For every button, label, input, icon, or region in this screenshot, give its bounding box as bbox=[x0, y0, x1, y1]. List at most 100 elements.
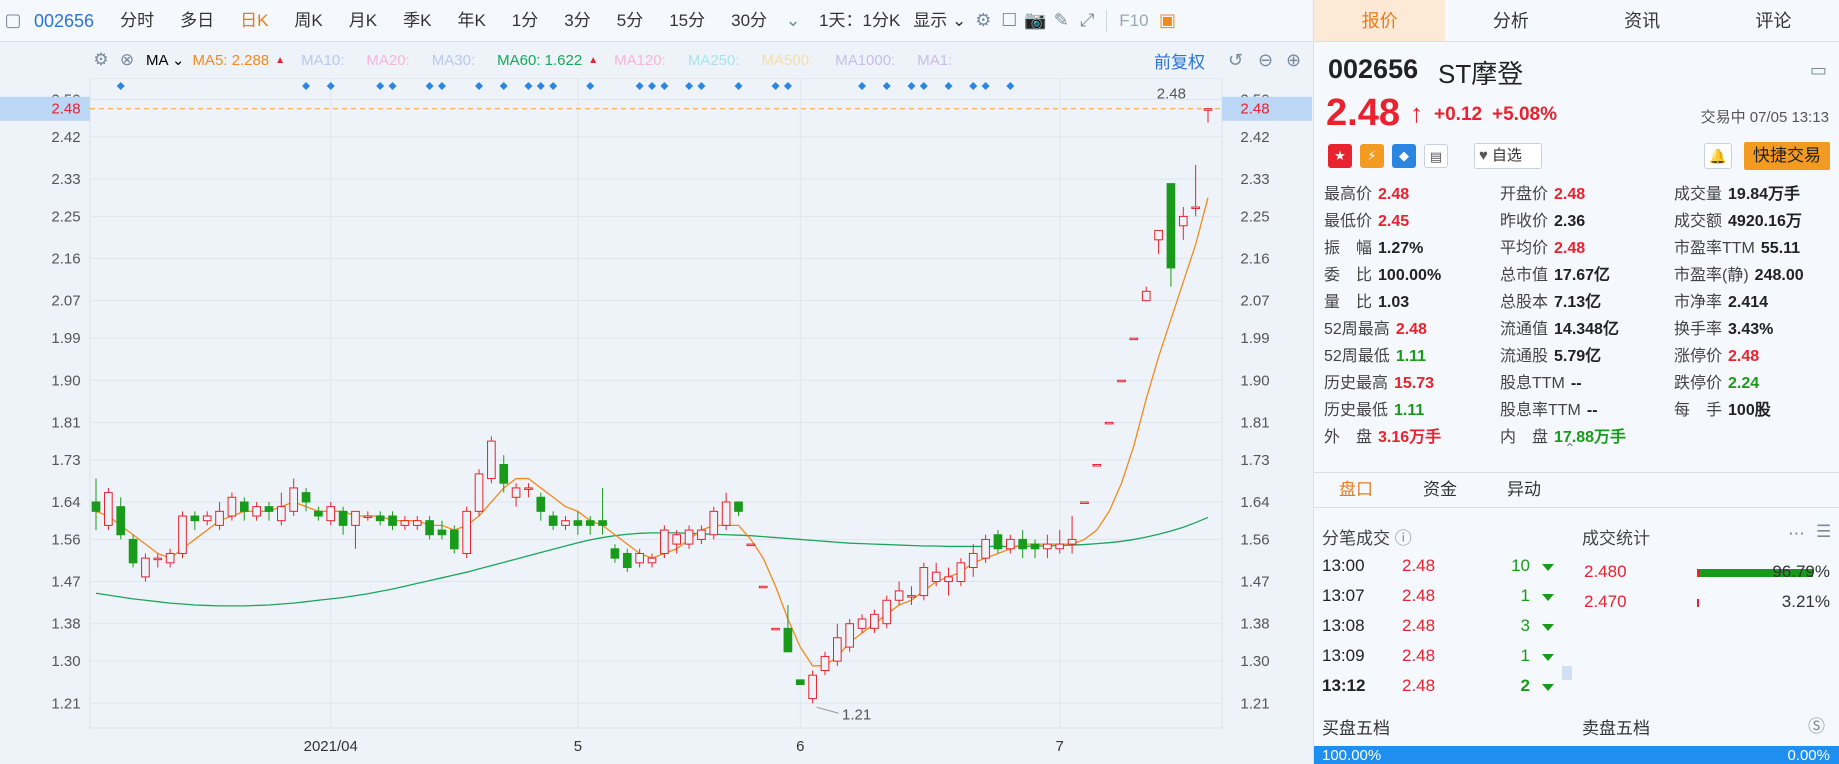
period-tab[interactable]: 1分 bbox=[499, 0, 551, 42]
order-book-icon[interactable]: Ⓢ bbox=[1808, 712, 1825, 737]
candle[interactable] bbox=[919, 562, 929, 601]
detail-subtab[interactable]: 异动 bbox=[1482, 473, 1566, 507]
candle[interactable] bbox=[487, 436, 496, 484]
gear-icon[interactable]: ⚙ bbox=[88, 50, 114, 70]
zoom-out-icon[interactable]: ⊖ bbox=[1258, 50, 1273, 71]
quick-trade-button[interactable]: 快捷交易 bbox=[1744, 142, 1830, 170]
list-icon[interactable]: ☰ bbox=[1816, 522, 1831, 542]
kline-chart[interactable]: 2.502.502.422.422.332.332.252.252.162.16… bbox=[0, 78, 1312, 764]
collapse-icon[interactable]: ⌃ bbox=[1564, 440, 1576, 457]
candle[interactable] bbox=[758, 585, 768, 589]
period-tab[interactable]: 30分 bbox=[718, 0, 780, 42]
candle[interactable] bbox=[808, 670, 817, 704]
candle[interactable] bbox=[882, 595, 892, 629]
candle-body bbox=[449, 529, 459, 550]
period-tab[interactable]: 周K bbox=[281, 0, 335, 42]
ma-legend-item: MA20: bbox=[366, 51, 410, 69]
stat-label: 市盈率(静) bbox=[1674, 267, 1749, 284]
candle[interactable] bbox=[462, 506, 471, 559]
candle[interactable] bbox=[1092, 464, 1102, 467]
y-tick-label-left: 1.64 bbox=[51, 494, 80, 511]
stat-item: 股息率TTM -- bbox=[1500, 396, 1598, 420]
candle[interactable] bbox=[449, 525, 459, 554]
quote-tab[interactable]: 资讯 bbox=[1577, 0, 1708, 41]
candle[interactable] bbox=[128, 534, 138, 568]
square-icon[interactable]: ☐ bbox=[996, 0, 1022, 42]
f10-button[interactable]: F10 bbox=[1113, 0, 1154, 42]
help-icon[interactable]: ⓘ bbox=[1395, 529, 1412, 548]
trades-header-label: 分笔成交 bbox=[1322, 529, 1390, 548]
period-tab[interactable]: 季K bbox=[390, 0, 444, 42]
pen-icon[interactable]: ✎ bbox=[1048, 0, 1074, 42]
stat-item: 量 比 1.03 bbox=[1324, 288, 1409, 312]
panel-toggle-icon[interactable]: ▣ bbox=[1155, 0, 1181, 42]
candle[interactable] bbox=[795, 679, 805, 686]
period-tab[interactable]: 日K bbox=[227, 0, 281, 42]
detail-subtab[interactable]: 资金 bbox=[1398, 473, 1482, 507]
candle-body bbox=[277, 506, 286, 522]
candle[interactable] bbox=[1080, 501, 1089, 504]
period-select[interactable]: 1天：1分K bbox=[806, 0, 913, 42]
candle[interactable] bbox=[1104, 421, 1114, 425]
display-menu[interactable]: 显示 ⌄ bbox=[913, 0, 970, 42]
tag-icon[interactable]: ◆ bbox=[1392, 144, 1416, 168]
zoom-in-icon[interactable]: ⊕ bbox=[1286, 50, 1301, 71]
candle[interactable] bbox=[660, 525, 669, 559]
stat-label: 52周最低 bbox=[1324, 348, 1390, 365]
period-tab[interactable]: 多日 bbox=[167, 0, 227, 42]
trade-status: 交易中 07/05 13:13 bbox=[1700, 109, 1829, 126]
close-icon[interactable]: ⊗ bbox=[114, 50, 140, 70]
stat-value: 2.48 bbox=[1554, 186, 1586, 203]
stat-label: 成交量 bbox=[1674, 186, 1723, 203]
period-tab[interactable]: 3分 bbox=[551, 0, 603, 42]
candle[interactable] bbox=[709, 506, 719, 540]
quote-tabs: 报价 分析 资讯 评论 bbox=[1314, 0, 1839, 42]
period-tab[interactable]: 年K bbox=[444, 0, 498, 42]
period-tab[interactable]: 分时 bbox=[107, 0, 167, 42]
candle[interactable] bbox=[845, 619, 855, 652]
fuquan-button[interactable]: 前复权 bbox=[1154, 48, 1205, 73]
period-tab[interactable]: 5分 bbox=[604, 0, 656, 42]
quote-tab[interactable]: 评论 bbox=[1708, 0, 1839, 41]
candle[interactable] bbox=[981, 534, 990, 563]
candle[interactable] bbox=[746, 543, 756, 547]
gear-icon[interactable]: ⚙ bbox=[970, 0, 996, 42]
scroll-indicator[interactable] bbox=[1562, 666, 1572, 680]
quote-tab[interactable]: 报价 bbox=[1314, 0, 1446, 41]
ma-select[interactable]: MA ⌄ bbox=[146, 51, 184, 69]
candle[interactable] bbox=[104, 487, 113, 531]
candle[interactable] bbox=[141, 553, 150, 582]
candle[interactable] bbox=[1129, 337, 1139, 341]
lightning-icon[interactable]: ⚡ bbox=[1360, 144, 1384, 168]
chevron-down-icon[interactable]: ⌄ bbox=[780, 0, 806, 42]
flag-icon[interactable]: ★ bbox=[1328, 144, 1352, 168]
candle[interactable] bbox=[178, 511, 187, 559]
period-tab[interactable]: 月K bbox=[336, 0, 390, 42]
candle[interactable] bbox=[956, 558, 966, 587]
camera-icon[interactable]: 📷 bbox=[1022, 0, 1048, 42]
x-tick-label: 6 bbox=[796, 738, 804, 755]
candle[interactable] bbox=[227, 492, 237, 521]
undo-icon[interactable]: ↺ bbox=[1228, 50, 1243, 71]
bell-icon[interactable]: 🔔 bbox=[1704, 143, 1732, 169]
layout-icon[interactable]: ▭ bbox=[1810, 60, 1827, 81]
note-icon[interactable]: ▤ bbox=[1424, 144, 1448, 168]
candle[interactable] bbox=[771, 627, 780, 631]
candle-body bbox=[635, 552, 644, 564]
sidebar-toggle-icon[interactable]: ▢ bbox=[0, 0, 26, 42]
candle-body bbox=[1080, 501, 1089, 504]
candle-body bbox=[462, 510, 471, 554]
candle[interactable] bbox=[474, 469, 484, 517]
more-icon[interactable]: ⋯ bbox=[1788, 524, 1805, 544]
candle-body bbox=[968, 552, 978, 569]
y-tick-label-right: 1.73 bbox=[1240, 452, 1269, 469]
candle[interactable] bbox=[1117, 379, 1126, 383]
stat-value: 15.73 bbox=[1394, 375, 1435, 392]
stat-value: 2.48 bbox=[1378, 186, 1410, 203]
quote-tab[interactable]: 分析 bbox=[1445, 0, 1576, 41]
down-triangle-icon bbox=[1542, 624, 1554, 631]
add-watchlist-button[interactable]: ♥ 自选 bbox=[1474, 143, 1542, 169]
period-tab[interactable]: 15分 bbox=[656, 0, 718, 42]
detail-subtab[interactable]: 盘口 bbox=[1314, 473, 1398, 507]
fullscreen-icon[interactable]: ⤢ bbox=[1074, 0, 1100, 42]
